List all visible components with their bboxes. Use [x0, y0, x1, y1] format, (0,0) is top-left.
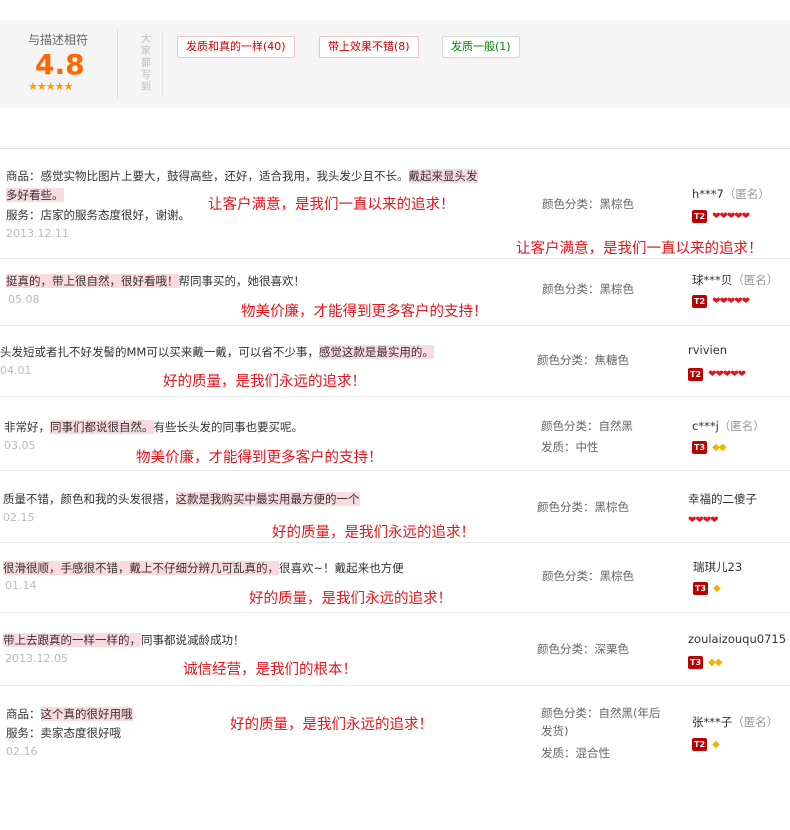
review-date: 02.15 [3, 511, 35, 524]
review-tag-hair-average[interactable]: 发质一般(1) [442, 36, 520, 58]
reviewer-name[interactable]: zoulaizouqu0715 [688, 632, 786, 646]
review-content: 带上去跟真的一样一样的，同事都说减龄成功！ [3, 633, 245, 647]
review-tag-hair-real[interactable]: 发质和真的一样(40) [177, 36, 295, 58]
service-comment: 服务：店家的服务态度很好，谢谢。 [6, 208, 190, 222]
reviewer-name[interactable]: 球***贝（匿名） [692, 272, 778, 288]
sku-property: 颜色分类：自然黑(年后 [541, 706, 661, 720]
reviewer-name[interactable]: 幸福的二傻子 [688, 491, 757, 507]
service-comment: 服务：卖家态度很好哦 [6, 726, 121, 740]
review-divider [0, 396, 790, 397]
reviewer-name[interactable]: 瑞琪儿23 [693, 559, 742, 575]
promo-overlay: 好的质量，是我们永远的追求！ [230, 717, 433, 733]
reviewer-level: T2 ❤❤❤❤❤ [692, 291, 750, 310]
review-content-cont: 多好看些。 [6, 188, 64, 202]
review-tag-good-effect[interactable]: 带上效果不错(8) [319, 36, 419, 58]
rating-stars-icon: ★★★★★ [28, 80, 73, 93]
review-date: 03.05 [4, 439, 36, 452]
promo-overlay-2: 让客户满意，是我们一直以来的追求！ [516, 241, 763, 257]
promo-overlay: 让客户满意，是我们一直以来的追求！ [208, 197, 455, 213]
heart-rank-icon: ❤❤❤❤❤ [708, 369, 746, 380]
sku-property: 颜色分类：深栗色 [537, 642, 629, 656]
promo-overlay: 诚信经营，是我们的根本！ [183, 662, 357, 678]
reviewer-level: ❤❤❤❤ [688, 510, 718, 529]
review-date: 2013.12.05 [5, 652, 68, 665]
review-date: 02.16 [6, 745, 38, 758]
promo-overlay: 物美价廉，才能得到更多客户的支持！ [241, 304, 488, 320]
reviewer-name[interactable]: h***7（匿名） [692, 186, 770, 202]
reviewer-name[interactable]: rvivien [688, 343, 727, 357]
diamond-rank-icon: ◆◆ [708, 657, 722, 668]
review-date: 05.08 [8, 293, 40, 306]
rating-score: 4.8 [35, 48, 85, 81]
review-divider [0, 258, 790, 259]
reviewer-level: T2 ◆ [692, 734, 720, 753]
everyone-wrote-label: 大家都写到 [141, 34, 151, 93]
sku-property-cont: 发货) [541, 724, 569, 738]
hair-type-property: 发质：中性 [541, 440, 599, 454]
diamond-rank-icon: ◆◆ [712, 442, 726, 453]
rating-summary-panel: 与描述相符 4.8 ★★★★★ 大家都写到 发质和真的一样(40) 带上效果不错… [0, 20, 790, 108]
sku-property: 颜色分类：黑棕色 [542, 197, 634, 211]
summary-divider-2 [162, 32, 163, 96]
review-content: 质量不错，颜色和我的头发很搭，这款是我购买中最实用最方便的一个 [3, 492, 360, 506]
level-badge-icon: T2 [692, 295, 707, 308]
review-content: 商品：这个真的很好用哦 [6, 707, 133, 721]
sku-property: 颜色分类：焦糖色 [537, 353, 629, 367]
review-divider [0, 685, 790, 686]
level-badge-icon: T3 [693, 582, 708, 595]
reviewer-level: T2 ❤❤❤❤❤ [692, 206, 750, 225]
review-date: 2013.12.11 [6, 227, 69, 240]
rating-summary-label: 与描述相符 [28, 33, 89, 47]
review-content: 头发短或者扎不好发髻的MM可以买来戴一戴，可以省不少事，感觉这款是最实用的。 [0, 345, 434, 359]
review-divider [0, 612, 790, 613]
review-content: 非常好，同事们都说很自然。有些长头发的同事也要买呢。 [4, 420, 303, 434]
diamond-rank-icon: ◆ [712, 739, 720, 750]
heart-rank-icon: ❤❤❤❤❤ [712, 211, 750, 222]
level-badge-icon: T3 [692, 441, 707, 454]
sku-property: 颜色分类：黑棕色 [537, 500, 629, 514]
hair-type-property: 发质：混合性 [541, 746, 610, 760]
sku-property: 颜色分类：自然黑 [541, 419, 633, 433]
reviewer-level: T2 ❤❤❤❤❤ [688, 364, 746, 383]
level-badge-icon: T2 [688, 368, 703, 381]
review-date: 01.14 [5, 579, 37, 592]
promo-overlay: 好的质量，是我们永远的追求！ [163, 374, 366, 390]
review-content: 商品：感觉实物比图片上要大，鼓得高些，还好，适合我用，我头发少且不长。戴起来显头… [6, 169, 478, 183]
review-content: 挺真的，带上很自然，很好看哦！帮同事买的，她很喜欢！ [6, 274, 305, 288]
promo-overlay: 好的质量，是我们永远的追求！ [249, 591, 452, 607]
sku-property: 颜色分类：黑棕色 [542, 282, 634, 296]
summary-divider [117, 30, 118, 98]
reviewer-level: T3 ◆◆ [688, 652, 723, 671]
diamond-rank-icon: ◆ [713, 583, 721, 594]
review-content: 很滑很顺，手感很不错，戴上不仔细分辨几可乱真的，很喜欢~！戴起来也方便 [3, 561, 404, 575]
review-divider [0, 470, 790, 471]
level-badge-icon: T2 [692, 210, 707, 223]
review-divider [0, 325, 790, 326]
reviewer-level: T3 ◆ [693, 578, 721, 597]
sku-property: 颜色分类：黑棕色 [542, 569, 634, 583]
heart-rank-icon: ❤❤❤❤❤ [712, 296, 750, 307]
review-divider [0, 542, 790, 543]
promo-overlay: 好的质量，是我们永远的追求！ [272, 525, 475, 541]
level-badge-icon: T2 [692, 738, 707, 751]
reviewer-level: T3 ◆◆ [692, 437, 727, 456]
level-badge-icon: T3 [688, 656, 703, 669]
reviewer-name[interactable]: c***j（匿名） [692, 418, 765, 434]
list-top-border [0, 148, 790, 149]
heart-rank-icon: ❤❤❤❤ [688, 515, 718, 526]
promo-overlay: 物美价廉，才能得到更多客户的支持！ [136, 450, 383, 466]
review-date: 04.01 [0, 364, 32, 377]
reviewer-name[interactable]: 张***子（匿名） [692, 714, 778, 730]
